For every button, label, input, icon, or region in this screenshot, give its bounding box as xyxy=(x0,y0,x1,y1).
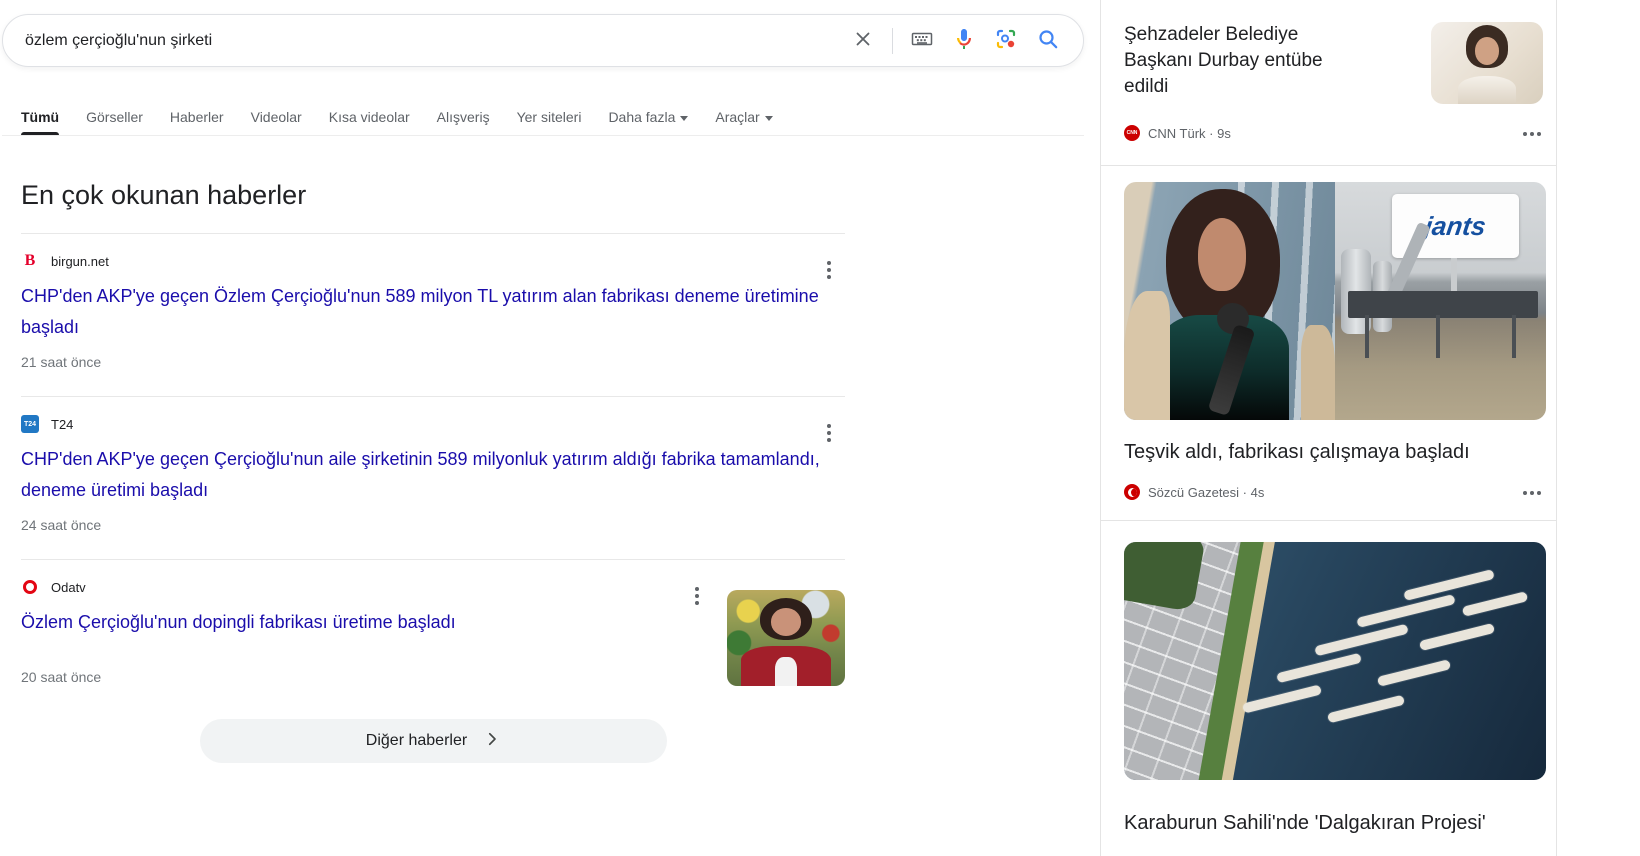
search-input[interactable] xyxy=(25,32,842,50)
woman-red-blazer-market-image xyxy=(727,590,845,686)
news-title-link[interactable]: CHP'den AKP'ye geçen Çerçioğlu'nun aile … xyxy=(21,444,833,506)
tab-kisa-videolar[interactable]: Kısa videolar xyxy=(329,99,410,135)
news-timestamp: 20 saat önce xyxy=(21,669,845,685)
top-stories-list: B birgun.net CHP'den AKP'ye geçen Özlem … xyxy=(21,233,845,709)
search-submit-button[interactable] xyxy=(1027,20,1069,62)
sozcu-logo xyxy=(1124,484,1140,500)
source-name: T24 xyxy=(51,417,73,432)
section-heading: En çok okunan haberler xyxy=(21,180,306,211)
google-lens-icon xyxy=(994,27,1018,54)
more-vertical-icon xyxy=(827,431,831,435)
source-row: B birgun.net xyxy=(21,251,845,271)
news-item: T24 T24 CHP'den AKP'ye geçen Çerçioğlu'n… xyxy=(21,396,845,559)
news-item: Odatv Özlem Çerçioğlu'nun dopingli fabri… xyxy=(21,559,845,709)
chevron-right-icon xyxy=(483,730,501,753)
source-name: Odatv xyxy=(51,580,86,595)
search-icon xyxy=(1036,27,1060,54)
woman-portrait-image xyxy=(1431,22,1543,104)
tab-videolar[interactable]: Videolar xyxy=(251,99,302,135)
news-timestamp: 24 saat önce xyxy=(21,517,845,533)
item-menu-button[interactable] xyxy=(817,421,841,445)
search-bar xyxy=(2,14,1084,67)
more-news-button[interactable]: Diğer haberler xyxy=(200,719,667,763)
woman-with-microphone-image xyxy=(1124,182,1335,420)
panel-source-row: CNN CNN Türk · 9s xyxy=(1124,125,1231,141)
panel-source-line: Sözcü Gazetesi · 4s xyxy=(1148,485,1264,500)
news-item: B birgun.net CHP'den AKP'ye geçen Özlem … xyxy=(21,233,845,396)
coastal-aerial-render-image xyxy=(1124,542,1546,780)
item-menu-button[interactable] xyxy=(685,584,709,608)
voice-search-button[interactable] xyxy=(943,20,985,62)
microphone-icon xyxy=(952,27,976,54)
source-row: Odatv xyxy=(21,577,845,597)
news-side-panel: Şehzadeler Belediye Başkanı Durbay entüb… xyxy=(1100,0,1557,856)
panel-card: Karaburun Sahili'nde 'Dalgakıran Projesi… xyxy=(1101,521,1556,856)
more-horizontal-icon xyxy=(1530,132,1534,136)
source-row: T24 T24 xyxy=(21,414,845,434)
news-thumbnail[interactable] xyxy=(727,590,845,686)
tab-yer-siteleri[interactable]: Yer siteleri xyxy=(517,99,582,135)
search-bar-icons xyxy=(842,20,1069,62)
panel-card-title[interactable]: Teşvik aldı, fabrikası çalışmaya başladı xyxy=(1124,439,1534,465)
birgun-favicon: B xyxy=(21,252,39,270)
tab-tumu[interactable]: Tümü xyxy=(21,99,59,135)
google-search-page: Tümü Görseller Haberler Videolar Kısa vi… xyxy=(0,0,1640,856)
factory-image: jants xyxy=(1335,182,1546,420)
chevron-down-icon xyxy=(765,116,773,121)
search-tabs: Tümü Görseller Haberler Videolar Kısa vi… xyxy=(2,99,1084,136)
panel-card: Şehzadeler Belediye Başkanı Durbay entüb… xyxy=(1101,0,1556,166)
tab-gorseller[interactable]: Görseller xyxy=(86,99,143,135)
tab-haberler[interactable]: Haberler xyxy=(170,99,224,135)
card-menu-button[interactable] xyxy=(1520,483,1544,503)
chevron-down-icon xyxy=(680,116,688,121)
panel-card-title[interactable]: Karaburun Sahili'nde 'Dalgakıran Projesi… xyxy=(1124,810,1534,836)
more-vertical-icon xyxy=(827,268,831,272)
tab-alisveris[interactable]: Alışveriş xyxy=(437,99,490,135)
more-horizontal-icon xyxy=(1530,491,1534,495)
searchbar-divider xyxy=(892,28,893,54)
source-name: birgun.net xyxy=(51,254,109,269)
panel-card-image[interactable]: jants xyxy=(1124,182,1546,420)
news-timestamp: 21 saat önce xyxy=(21,354,845,370)
t24-favicon: T24 xyxy=(21,415,39,433)
odatv-favicon xyxy=(21,578,39,596)
panel-card-thumbnail[interactable] xyxy=(1431,22,1543,104)
tab-daha-fazla[interactable]: Daha fazla xyxy=(608,99,688,135)
panel-source-row: Sözcü Gazetesi · 4s xyxy=(1124,484,1264,500)
clear-search-button[interactable] xyxy=(842,20,884,62)
panel-card-image[interactable] xyxy=(1124,542,1546,780)
keyboard-icon xyxy=(910,27,934,54)
item-menu-button[interactable] xyxy=(817,258,841,282)
google-lens-button[interactable] xyxy=(985,20,1027,62)
panel-source-line: CNN Türk · 9s xyxy=(1148,126,1231,141)
close-icon xyxy=(852,28,874,53)
news-title-link[interactable]: CHP'den AKP'ye geçen Özlem Çerçioğlu'nun… xyxy=(21,281,833,343)
cnn-turk-logo: CNN xyxy=(1124,125,1140,141)
panel-card: jants Teşvik aldı, fabrikası çalışmaya b… xyxy=(1101,166,1556,521)
virtual-keyboard-button[interactable] xyxy=(901,20,943,62)
tab-araclar[interactable]: Araçlar xyxy=(715,99,772,135)
panel-card-title[interactable]: Şehzadeler Belediye Başkanı Durbay entüb… xyxy=(1124,22,1339,100)
more-vertical-icon xyxy=(695,594,699,598)
card-menu-button[interactable] xyxy=(1520,124,1544,144)
news-title-link[interactable]: Özlem Çerçioğlu'nun dopingli fabrikası ü… xyxy=(21,607,661,638)
